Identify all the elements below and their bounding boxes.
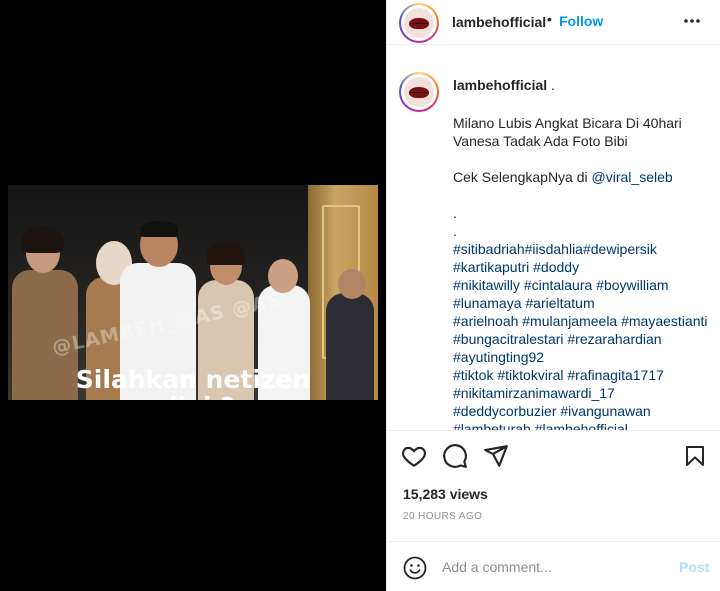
person-figure bbox=[22, 227, 64, 253]
lips-logo-icon bbox=[404, 8, 434, 38]
caption-dot: . bbox=[453, 205, 457, 221]
post-comment-button[interactable]: Post bbox=[679, 559, 709, 575]
caption-username-line: lambehofficial . bbox=[453, 77, 555, 93]
caption-line: Milano Lubis Angkat Bicara Di 40hari bbox=[453, 115, 682, 131]
caption-area[interactable]: lambehofficial . Milano Lubis Angkat Bic… bbox=[387, 46, 720, 430]
person-figure bbox=[268, 259, 298, 293]
caption-text: Milano Lubis Angkat Bicara Di 40hari Van… bbox=[453, 114, 715, 430]
caption-link-prefix: Cek SelengkapNya di bbox=[453, 169, 592, 185]
paper-plane-icon bbox=[484, 445, 508, 467]
more-options-icon[interactable] bbox=[683, 12, 701, 35]
comment-input[interactable] bbox=[442, 556, 662, 578]
video-subtitle-cut: nilai ? bbox=[8, 392, 378, 400]
caption-dot: . bbox=[453, 223, 457, 239]
post-media[interactable]: @LAMBEH_@AS @AS Silahkan netizen nilai ? bbox=[0, 0, 386, 591]
post-header: lambehofficial • Follow bbox=[387, 0, 720, 45]
hashtag-line[interactable]: #ayutingting92 bbox=[453, 348, 715, 366]
post-timestamp[interactable]: 20 HOURS AGO bbox=[403, 511, 482, 522]
person-figure bbox=[207, 243, 245, 265]
emoji-button[interactable] bbox=[403, 556, 427, 580]
heart-icon bbox=[401, 446, 427, 467]
header-avatar[interactable] bbox=[399, 3, 439, 43]
header-separator: • bbox=[547, 11, 552, 27]
caption-avatar[interactable] bbox=[399, 72, 439, 112]
caption-line: Cek SelengkapNya di @viral_seleb bbox=[453, 168, 715, 186]
hashtag-list: #sitibadriah#iisdahlia#dewipersik #kartik… bbox=[453, 240, 715, 430]
bookmark-icon bbox=[686, 446, 704, 466]
caption-username-suffix: . bbox=[547, 77, 555, 93]
smiley-icon bbox=[403, 556, 427, 580]
view-count[interactable]: 15,283 views bbox=[403, 486, 488, 502]
save-button[interactable] bbox=[683, 443, 711, 471]
header-username[interactable]: lambehofficial bbox=[452, 14, 546, 30]
comment-bar: Post bbox=[387, 541, 720, 591]
hashtag-line[interactable]: #nikitamirzanimawardi_17 bbox=[453, 384, 715, 402]
hashtag-line[interactable]: #nikitawilly #cintalaura #boywilliam bbox=[453, 276, 715, 294]
like-button[interactable] bbox=[401, 443, 429, 471]
hashtag-line[interactable]: #kartikaputri #doddy bbox=[453, 258, 715, 276]
person-figure bbox=[140, 221, 178, 237]
action-bar bbox=[387, 430, 720, 481]
comment-icon bbox=[443, 444, 467, 468]
caption-username[interactable]: lambehofficial bbox=[453, 77, 547, 93]
hashtag-line[interactable]: #sitibadriah#iisdahlia#dewipersik bbox=[453, 240, 715, 258]
share-button[interactable] bbox=[483, 443, 511, 471]
follow-button[interactable]: Follow bbox=[559, 13, 603, 29]
hashtag-line[interactable]: #deddycorbuzier #ivangunawan bbox=[453, 402, 715, 420]
video-player[interactable]: @LAMBEH_@AS @AS Silahkan netizen nilai ? bbox=[8, 185, 378, 400]
person-figure bbox=[338, 269, 366, 299]
post-panel: lambehofficial • Follow lambehofficial .… bbox=[386, 0, 720, 591]
video-subtitle: Silahkan netizen bbox=[75, 365, 311, 394]
hashtag-line[interactable]: #lambeturah #lambehofficial bbox=[453, 420, 715, 430]
hashtag-line[interactable]: #arielnoah #mulanjameela #mayaestianti bbox=[453, 312, 715, 330]
hashtag-line[interactable]: #bungacitralestari #rezarahardian bbox=[453, 330, 715, 348]
hashtag-line[interactable]: #tiktok #tiktokviral #rafinagita1717 bbox=[453, 366, 715, 384]
more-horizontal-icon bbox=[684, 19, 700, 23]
lips-logo-icon bbox=[404, 77, 434, 107]
comment-button[interactable] bbox=[442, 443, 470, 471]
mention-link[interactable]: @viral_seleb bbox=[592, 169, 673, 185]
caption-line: Vanesa Tadak Ada Foto Bibi bbox=[453, 133, 628, 149]
hashtag-line[interactable]: #lunamaya #arieltatum bbox=[453, 294, 715, 312]
